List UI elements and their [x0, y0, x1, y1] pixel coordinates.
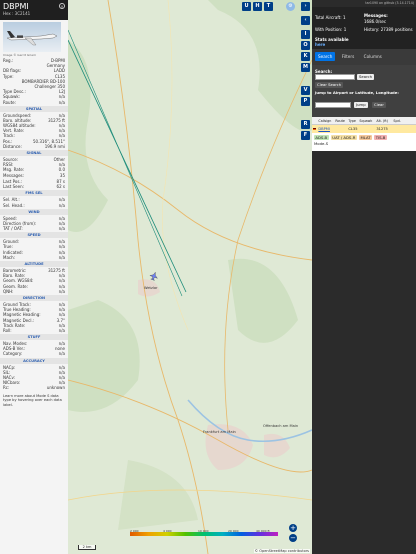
map-button-u[interactable]: U — [242, 2, 251, 11]
row-callsign[interactable]: DBPMI — [317, 127, 347, 131]
aircraft-photo[interactable] — [3, 22, 61, 52]
collapse-right-arrow-icon[interactable]: › — [301, 2, 310, 11]
table-row[interactable]: DBPMI CL35 31275 — [312, 125, 416, 133]
map-button-t[interactable]: T — [264, 2, 273, 11]
aircraft-detail-panel: DBPMI Hex : 3C2141 × Image © Gerrit Grie… — [0, 0, 68, 554]
clear-jump-button[interactable]: Clear — [372, 102, 386, 108]
legend-adsb: ADS-B — [314, 135, 329, 140]
zoom-in-button[interactable]: + — [289, 524, 297, 532]
altitude-legend-label: 2 000 — [130, 529, 139, 533]
altitude-row: QNH: n/a — [3, 288, 65, 294]
city-label: Offenbach am Main — [263, 424, 299, 428]
with-position: With Position: 1 — [315, 27, 347, 32]
close-icon[interactable]: × — [59, 3, 65, 9]
jet-image-icon — [6, 31, 58, 46]
altitude-legend-label: 4 000 — [163, 529, 172, 533]
search-panel: Search: Search Clear Search Jump to Airp… — [312, 65, 416, 117]
legend-mode-s: Mode-S — [314, 141, 329, 146]
aircraft-marker-icon[interactable] — [149, 271, 159, 281]
tab-search[interactable]: Search — [315, 52, 336, 61]
section-fms-sel: FMS SEL — [0, 190, 68, 197]
map-button-m[interactable]: M — [301, 63, 310, 72]
app-root: DBPMI Hex : 3C2141 × Image © Gerrit Grie… — [0, 0, 416, 554]
hex-code: Hex : 3C2141 — [3, 11, 31, 16]
stats-link[interactable]: here — [315, 42, 325, 48]
altitude-legend-label: 10 000 — [198, 529, 209, 533]
city-label: Frankfurt am Main — [203, 430, 236, 434]
section-direction: DIRECTION — [0, 294, 68, 301]
row-altitude: 31275 — [376, 127, 388, 131]
map-canvas — [68, 0, 312, 554]
accuracy-row: Rc: unknown — [3, 385, 65, 391]
map-button-r[interactable]: R — [301, 120, 310, 129]
speed-row: Mach: n/a — [3, 254, 65, 260]
section-spatial: SPATIAL — [0, 105, 68, 112]
section-wind: WIND — [0, 208, 68, 215]
altitude-legend-label: 40 000 ft — [256, 529, 270, 533]
fms-row: Sel. Head.: n/a — [3, 202, 65, 208]
direction-row: Roll: n/a — [3, 327, 65, 333]
zoom-out-button[interactable]: − — [289, 534, 297, 542]
column-header[interactable]: Squawk — [358, 119, 375, 123]
map-button-k[interactable]: K — [301, 52, 310, 61]
map-button-f[interactable]: F — [301, 131, 310, 140]
total-aircraft: Total Aircraft: 1 — [315, 15, 346, 20]
source-legend: ADS-B UAT / ADS-R MLAT TIS-B Mode-S — [312, 133, 416, 151]
map-button-i[interactable]: I — [301, 30, 310, 39]
footer-note: Learn more about Mode S data type by hov… — [3, 393, 62, 407]
spatial-row: Distance: 196.9 nmi — [3, 143, 65, 149]
stuff-row: Category: n/a — [3, 351, 65, 357]
clear-search-button[interactable]: Clear Search — [315, 82, 344, 88]
stats-block: Total Aircraft: 1 With Position: 1 Stats… — [312, 7, 416, 49]
jump-label: Jump to Airport or Latitude, Longitude: — [315, 90, 399, 95]
signal-row: Messages: 35 — [3, 172, 65, 178]
tab-filters[interactable]: Filters — [339, 52, 358, 61]
aircraft-list-sidebar: tar1090 on github (3.14.1714) Total Airc… — [312, 0, 416, 554]
info-rows: Reg.: D-BPMI Germany DB flags: LADD Type: C… — [0, 58, 68, 105]
altitude-legend-label: 20 000 — [228, 529, 239, 533]
map-button-o[interactable]: O — [301, 41, 310, 50]
legend-tisb: TIS-B — [374, 135, 387, 140]
info-row: Route: n/a — [3, 99, 65, 105]
legend-uat: UAT / ADS-R — [330, 135, 357, 140]
column-header[interactable]: Callsign — [317, 119, 334, 123]
table-header: Callsign Route Type Squawk Alt. (ft) Spd… — [312, 117, 416, 125]
expand-left-arrow-icon[interactable]: ‹ — [301, 16, 310, 25]
tab-columns[interactable]: Columns — [361, 52, 385, 61]
column-header[interactable]: Alt. (ft) — [375, 119, 392, 123]
search-button[interactable]: Search — [357, 74, 375, 80]
row-type: CL35 — [348, 127, 358, 131]
jump-button[interactable]: Jump — [354, 102, 368, 108]
section-speed: SPEED — [0, 232, 68, 239]
section-altitude: ALTITUDE — [0, 261, 68, 267]
version-link[interactable]: tar1090 on github (3.14.1714) — [312, 0, 416, 7]
city-label: Wetzlar — [144, 286, 158, 290]
detail-header: DBPMI Hex : 3C2141 × — [0, 0, 68, 20]
section-signal: SIGNAL — [0, 150, 68, 156]
jump-input[interactable] — [315, 102, 351, 108]
column-header[interactable]: Spd. — [392, 119, 402, 123]
map-scale: 2 km — [78, 545, 96, 550]
map-attribution[interactable]: © OpenStreetMap contributors — [253, 549, 310, 553]
map-button-h[interactable]: H — [253, 2, 262, 11]
history-label: History: 27389 positions — [364, 27, 413, 32]
settings-gear-icon[interactable]: ⚙ — [286, 2, 295, 11]
map-view[interactable]: Frankfurt am Main Offenbach am Main Wetz… — [68, 0, 312, 554]
map-button-v[interactable]: V — [301, 86, 310, 95]
signal-row: Last Seen: 62 s — [3, 184, 65, 190]
section-accuracy: ACCURACY — [0, 357, 68, 364]
sidebar-tabs: Search Filters Columns — [312, 49, 416, 65]
aircraft-table: Callsign Route Type Squawk Alt. (ft) Spd… — [312, 117, 416, 133]
wind-row: TAT / OAT: n/a — [3, 226, 65, 232]
messages-value: 1686.0/sec — [364, 19, 387, 24]
column-header[interactable]: Route — [334, 119, 347, 123]
map-button-p[interactable]: P — [301, 97, 310, 106]
search-input[interactable] — [315, 74, 355, 80]
callsign-title: DBPMI — [3, 2, 29, 11]
section-stuff: STUFF — [0, 334, 68, 341]
legend-mlat: MLAT — [359, 135, 372, 140]
column-header[interactable]: Type — [347, 119, 358, 123]
